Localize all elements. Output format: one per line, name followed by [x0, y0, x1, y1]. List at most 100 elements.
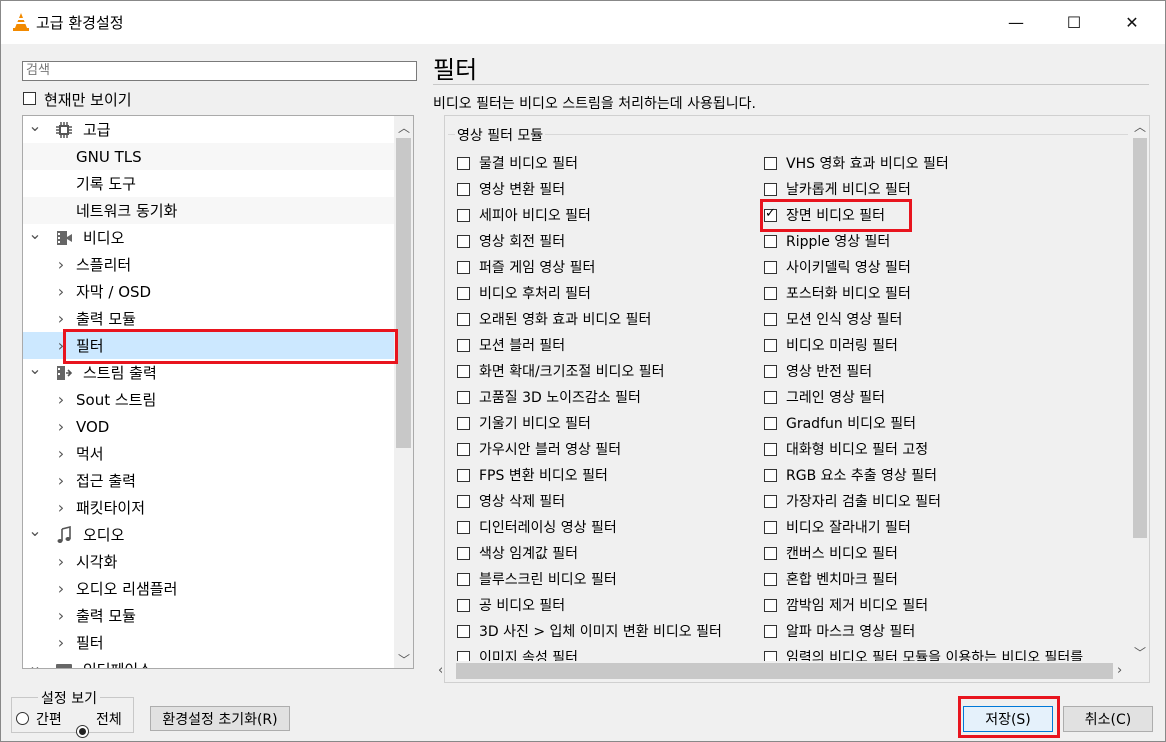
- view-all-radio[interactable]: [76, 725, 89, 738]
- filter-option-left[interactable]: 디인터레이싱 영상 필터: [457, 517, 617, 537]
- filter-option-left[interactable]: 가우시안 블러 영상 필터: [457, 439, 621, 459]
- save-button[interactable]: 저장(S): [963, 706, 1053, 732]
- filter-option-right[interactable]: 날카롭게 비디오 필터: [764, 179, 911, 199]
- filter-option-right[interactable]: RGB 요소 추출 영상 필터: [764, 465, 937, 485]
- tree-item[interactable]: ⌄ 오디오: [23, 521, 395, 548]
- checkbox[interactable]: [457, 416, 470, 430]
- tree-scroll-down-icon[interactable]: ﹀: [398, 651, 410, 668]
- view-simple-radio[interactable]: [16, 712, 29, 725]
- filter-option-left[interactable]: 기울기 비디오 필터: [457, 413, 591, 433]
- checkbox[interactable]: [764, 468, 777, 482]
- filter-option-right[interactable]: 모션 인식 영상 필터: [764, 309, 902, 329]
- checkbox[interactable]: [764, 572, 777, 586]
- checkbox[interactable]: [764, 364, 777, 378]
- chevron-down-icon[interactable]: ⌄: [28, 224, 42, 243]
- panel-scroll-left-icon[interactable]: ‹: [438, 663, 443, 678]
- checkbox[interactable]: [764, 312, 777, 326]
- tree-item[interactable]: ⌄ 스트림 출력: [23, 359, 395, 386]
- chevron-right-icon[interactable]: ›: [54, 633, 68, 652]
- panel-vscroll-thumb[interactable]: [1133, 138, 1147, 538]
- minimize-button[interactable]: —: [988, 0, 1044, 44]
- chevron-right-icon[interactable]: ›: [54, 309, 68, 328]
- filter-option-right[interactable]: 그레인 영상 필터: [764, 387, 885, 407]
- chevron-down-icon[interactable]: ⌄: [28, 359, 42, 378]
- chevron-right-icon[interactable]: ›: [54, 579, 68, 598]
- tree-item[interactable]: 기록 도구: [23, 170, 395, 197]
- checkbox[interactable]: [764, 156, 777, 170]
- checkbox[interactable]: [457, 312, 470, 326]
- filter-option-right[interactable]: 깜박임 제거 비디오 필터: [764, 595, 928, 615]
- filter-option-right[interactable]: 사이키델릭 영상 필터: [764, 257, 911, 277]
- filter-option-right[interactable]: 포스터화 비디오 필터: [764, 283, 911, 303]
- chevron-right-icon[interactable]: ›: [54, 255, 68, 274]
- filter-option-left[interactable]: 3D 사진 > 입체 이미지 변환 비디오 필터: [457, 621, 722, 641]
- panel-scroll-down-icon[interactable]: ﹀: [1134, 644, 1146, 661]
- chevron-down-icon[interactable]: ⌄: [28, 656, 42, 668]
- checkbox[interactable]: [764, 416, 777, 430]
- checkbox[interactable]: [457, 208, 470, 222]
- checkbox[interactable]: [764, 338, 777, 352]
- checkbox[interactable]: [764, 494, 777, 508]
- chevron-right-icon[interactable]: ›: [54, 471, 68, 490]
- checkbox[interactable]: [764, 260, 777, 274]
- filter-option-left[interactable]: 공 비디오 필터: [457, 595, 565, 615]
- filter-option-right[interactable]: 영상 반전 필터: [764, 361, 872, 381]
- checkbox[interactable]: [457, 572, 470, 586]
- filter-option-left[interactable]: 오래된 영화 효과 비디오 필터: [457, 309, 651, 329]
- tree-item[interactable]: › 접근 출력: [23, 467, 395, 494]
- filter-option-left[interactable]: 모션 블러 필터: [457, 335, 565, 355]
- tree-scroll-thumb[interactable]: [396, 138, 411, 448]
- checkbox[interactable]: [764, 520, 777, 534]
- checkbox[interactable]: [764, 390, 777, 404]
- checkbox[interactable]: [457, 286, 470, 300]
- checkbox[interactable]: [457, 260, 470, 274]
- filter-option-right[interactable]: Ripple 영상 필터: [764, 231, 890, 251]
- filter-option-left[interactable]: 비디오 후처리 필터: [457, 283, 591, 303]
- maximize-button[interactable]: ☐: [1046, 0, 1102, 44]
- tree-item[interactable]: › 필터: [23, 332, 395, 359]
- checkbox[interactable]: [764, 234, 777, 248]
- filter-option-right[interactable]: Gradfun 비디오 필터: [764, 413, 916, 433]
- tree-item[interactable]: › 자막 / OSD: [23, 278, 395, 305]
- checkbox[interactable]: [457, 182, 470, 196]
- filter-option-left[interactable]: 영상 변환 필터: [457, 179, 565, 199]
- checkbox[interactable]: [457, 390, 470, 404]
- checkbox[interactable]: [457, 338, 470, 352]
- checkbox[interactable]: [764, 546, 777, 560]
- chevron-right-icon[interactable]: ›: [54, 444, 68, 463]
- tree-item[interactable]: ⌄ 비디오: [23, 224, 395, 251]
- filter-option-left[interactable]: 블루스크린 비디오 필터: [457, 569, 617, 589]
- checkbox[interactable]: [764, 598, 777, 612]
- tree-item[interactable]: › 필터: [23, 629, 395, 656]
- filter-option-right[interactable]: 대화형 비디오 필터 고정: [764, 439, 928, 459]
- tree-item[interactable]: ⌄ 고급: [23, 116, 395, 143]
- chevron-right-icon[interactable]: ›: [54, 336, 68, 355]
- filter-option-left[interactable]: 고품질 3D 노이즈감소 필터: [457, 387, 641, 407]
- tree-item[interactable]: › 출력 모듈: [23, 602, 395, 629]
- filter-option-left[interactable]: 퍼즐 게임 영상 필터: [457, 257, 595, 277]
- checkbox[interactable]: [457, 546, 470, 560]
- filter-option-right[interactable]: 가장자리 검출 비디오 필터: [764, 491, 941, 511]
- chevron-right-icon[interactable]: ›: [54, 552, 68, 571]
- tree-item[interactable]: › VOD: [23, 413, 395, 440]
- checkbox[interactable]: [457, 520, 470, 534]
- chevron-right-icon[interactable]: ›: [54, 390, 68, 409]
- tree-item[interactable]: › 오디오 리샘플러: [23, 575, 395, 602]
- tree-item[interactable]: › Sout 스트림: [23, 386, 395, 413]
- checkbox[interactable]: [764, 624, 777, 638]
- filter-option-left[interactable]: 화면 확대/크기조절 비디오 필터: [457, 361, 665, 381]
- reset-preferences-button[interactable]: 환경설정 초기화(R): [150, 706, 290, 731]
- filter-option-right[interactable]: 비디오 잘라내기 필터: [764, 517, 911, 537]
- checkbox[interactable]: [457, 156, 470, 170]
- checked-checkbox[interactable]: [764, 206, 777, 222]
- filter-option-left[interactable]: FPS 변환 비디오 필터: [457, 465, 608, 485]
- cancel-button[interactable]: 취소(C): [1063, 706, 1153, 732]
- tree-item[interactable]: › 출력 모듈: [23, 305, 395, 332]
- chevron-right-icon[interactable]: ›: [54, 282, 68, 301]
- checkbox[interactable]: [457, 468, 470, 482]
- tree-scroll-up-icon[interactable]: ︿: [398, 119, 410, 136]
- show-current-only-checkbox[interactable]: [23, 92, 36, 105]
- checkbox[interactable]: [457, 442, 470, 456]
- chevron-right-icon[interactable]: ›: [54, 417, 68, 436]
- tree-item[interactable]: GNU TLS: [23, 143, 395, 170]
